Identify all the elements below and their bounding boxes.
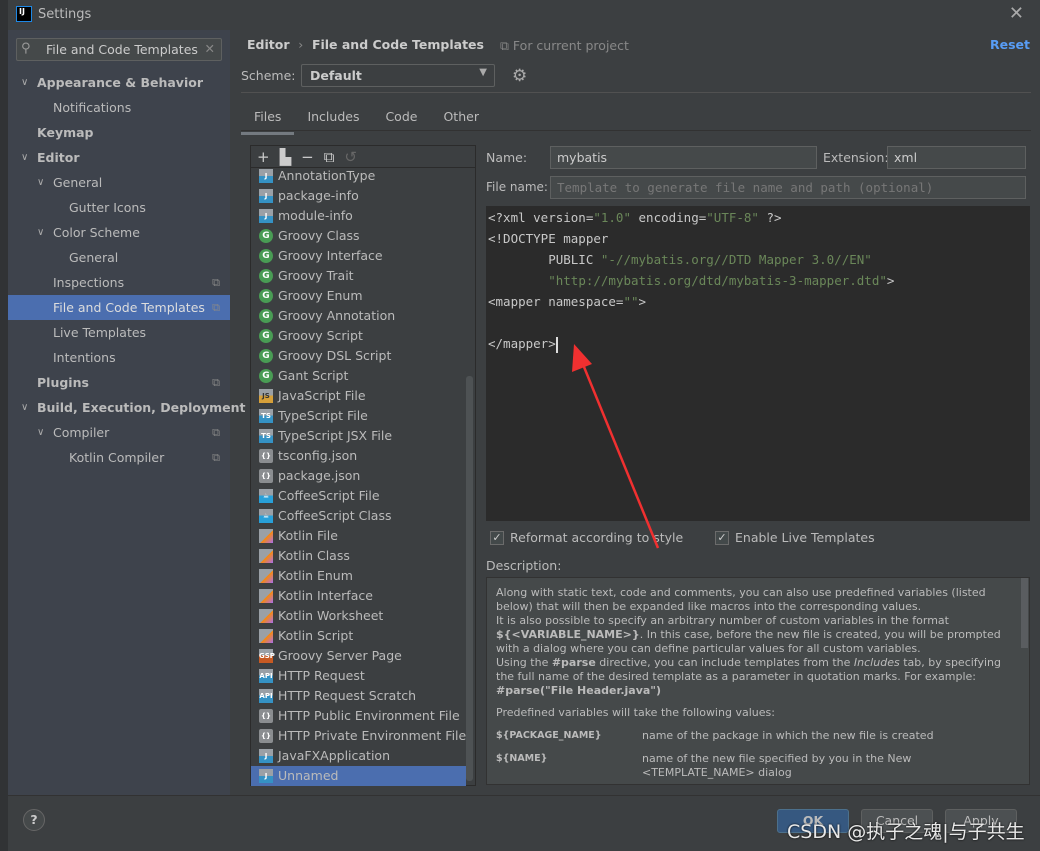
watermark: CSDN @执子之魂|与子共生 xyxy=(787,821,1025,843)
arrow-head xyxy=(572,344,592,372)
arrow-shaft xyxy=(580,361,660,549)
annotation-arrow xyxy=(572,344,660,549)
